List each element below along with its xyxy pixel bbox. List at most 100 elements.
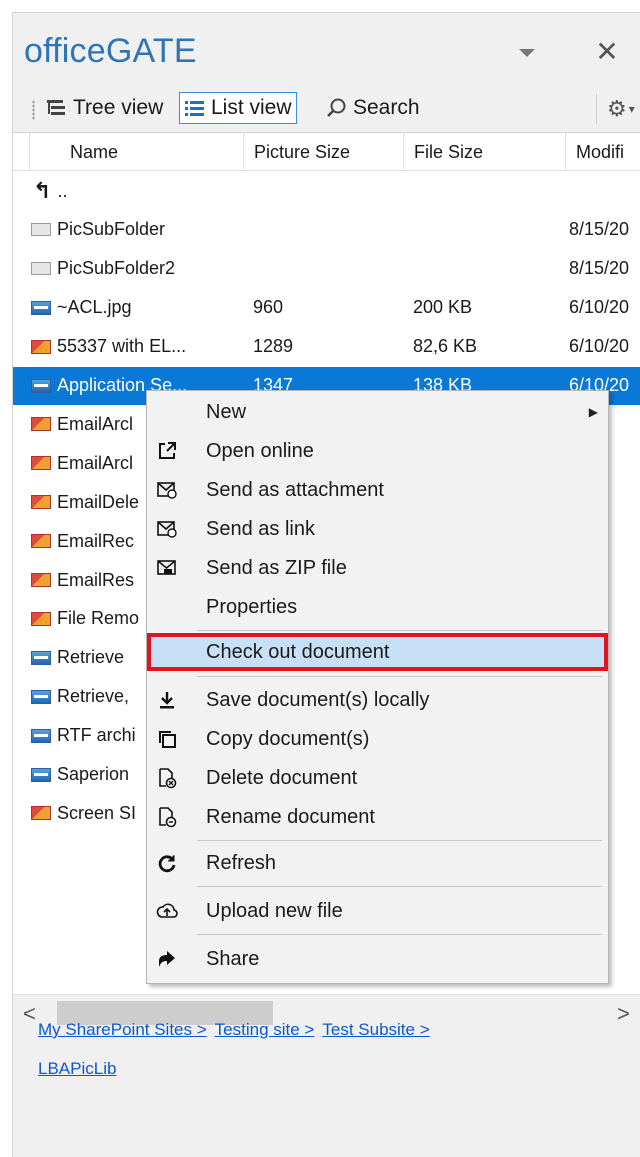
- menu-item-label: Send as link: [206, 517, 315, 540]
- image-icon: [31, 650, 51, 665]
- picture-icon: [31, 611, 51, 626]
- column-header-modified[interactable]: Modifi: [565, 133, 640, 171]
- menu-item-label: Open online: [206, 439, 314, 462]
- up-arrow-icon: ↰: [33, 178, 52, 203]
- menu-item-check-out-document[interactable]: Check out document: [147, 633, 608, 671]
- cell-picture-size: 1289: [253, 336, 294, 357]
- folder-icon: [31, 223, 51, 237]
- table-row[interactable]: ~ACL.jpg 960 200 KB 6/10/20: [13, 289, 640, 327]
- pane-options-dropdown[interactable]: [512, 38, 542, 68]
- table-row[interactable]: PicSubFolder 8/15/20: [13, 211, 640, 249]
- image-icon: [31, 728, 51, 743]
- picture-icon: [31, 456, 51, 471]
- cell-modified: 8/15/20: [569, 258, 630, 279]
- close-button[interactable]: ✕: [592, 34, 622, 68]
- breadcrumb-link-test-subsite[interactable]: Test Subsite >: [322, 1020, 429, 1039]
- table-row[interactable]: 55337 with EL... 1289 82,6 KB 6/10/20: [13, 328, 640, 366]
- scroll-left-icon[interactable]: <: [23, 1001, 36, 1027]
- menu-item-send-as-attachment[interactable]: Send as attachment: [147, 471, 608, 509]
- column-header-file-size[interactable]: File Size: [403, 133, 565, 171]
- cell-name: PicSubFolder: [31, 211, 241, 249]
- menu-item-label: Share: [206, 947, 260, 970]
- file-name: Retrieve,: [57, 686, 130, 707]
- mail-link-icon: [155, 510, 179, 548]
- menu-item-send-as-link[interactable]: Send as link: [147, 510, 608, 548]
- menu-item-copy-documents[interactable]: Copy document(s): [147, 720, 608, 758]
- breadcrumb-link-lbapiclib[interactable]: LBAPicLib: [38, 1059, 116, 1078]
- menu-item-upload-new-file[interactable]: Upload new file: [147, 892, 608, 930]
- picture-icon: [31, 573, 51, 587]
- tree-view-label: Tree view: [73, 96, 164, 119]
- menu-item-delete-document[interactable]: Delete document: [147, 759, 608, 797]
- cell-file-size: [413, 250, 563, 288]
- menu-item-label: Send as attachment: [206, 478, 384, 501]
- image-icon: [31, 300, 51, 315]
- file-name: Screen SI: [57, 802, 137, 823]
- settings-dropdown-button[interactable]: ⚙ ▾: [596, 94, 640, 124]
- menu-separator: [197, 630, 602, 631]
- cell-modified: [569, 172, 640, 210]
- scroll-right-icon[interactable]: >: [617, 1001, 630, 1027]
- cell-name: ↰..: [31, 172, 241, 210]
- cell-modified: 8/15/20: [569, 219, 630, 240]
- column-header-name[interactable]: Name: [29, 133, 243, 171]
- menu-item-open-online[interactable]: Open online: [147, 432, 608, 470]
- file-name: EmailRec: [57, 530, 135, 551]
- menu-item-properties[interactable]: Properties: [147, 588, 608, 626]
- file-name: Retrieve: [57, 647, 125, 668]
- table-row[interactable]: ↰..: [13, 172, 640, 210]
- cell-picture-size: [253, 172, 403, 210]
- tree-view-icon: [47, 100, 65, 115]
- file-name: Saperion: [57, 764, 130, 784]
- menu-item-new[interactable]: New ▶: [147, 393, 608, 431]
- column-header-picture-size[interactable]: Picture Size: [243, 133, 403, 171]
- file-name: EmailArcl: [57, 413, 134, 434]
- cell-modified: 6/10/20: [569, 297, 630, 318]
- cell-file-size: 200 KB: [413, 297, 473, 318]
- menu-separator: [197, 934, 602, 935]
- menu-item-label: New: [206, 400, 247, 423]
- menu-item-label: Send as ZIP file: [206, 556, 347, 579]
- menu-item-label: Upload new file: [206, 899, 343, 922]
- menu-item-refresh[interactable]: Refresh: [147, 844, 608, 882]
- cell-picture-size: [253, 250, 403, 288]
- tree-view-button[interactable]: Tree view: [42, 92, 167, 124]
- chevron-down-icon: [519, 49, 535, 57]
- search-button[interactable]: Search: [322, 92, 424, 124]
- image-icon: [31, 689, 51, 704]
- cell-file-size: [413, 172, 563, 210]
- folder-icon: [31, 262, 51, 276]
- menu-item-save-locally[interactable]: Save document(s) locally: [147, 681, 608, 719]
- cell-name: ~ACL.jpg: [31, 289, 241, 327]
- image-icon: [31, 767, 51, 782]
- file-name: 55337 with EL...: [57, 336, 187, 357]
- menu-item-label: Refresh: [206, 851, 277, 874]
- menu-item-label: Properties: [206, 595, 298, 618]
- file-name: EmailArcl: [57, 452, 134, 473]
- list-view-button[interactable]: List view: [179, 92, 297, 124]
- share-icon: [155, 940, 179, 978]
- file-name: File Remo: [57, 608, 140, 629]
- cell-picture-size: [253, 211, 403, 249]
- top-margin: [0, 0, 640, 12]
- app-title: officeGATE: [24, 32, 197, 70]
- picture-icon: [31, 806, 51, 821]
- menu-item-send-as-zip[interactable]: Send as ZIP file: [147, 549, 608, 587]
- picture-icon: [31, 534, 51, 549]
- menu-separator: [197, 886, 602, 887]
- menu-item-rename-document[interactable]: Rename document: [147, 798, 608, 836]
- caret-down-icon: ▾: [628, 102, 635, 116]
- table-row[interactable]: PicSubFolder2 8/15/20: [13, 250, 640, 288]
- breadcrumb-link-my-sharepoint-sites[interactable]: My SharePoint Sites >: [38, 1020, 207, 1039]
- cell-picture-size: 960: [253, 297, 284, 318]
- menu-item-share[interactable]: Share: [147, 940, 608, 978]
- file-name: PicSubFolder: [57, 219, 166, 240]
- list-view-icon: [185, 101, 204, 116]
- menu-separator: [197, 676, 602, 677]
- toolbar-grip-icon[interactable]: [32, 100, 35, 120]
- file-name: ~ACL.jpg: [57, 297, 132, 318]
- breadcrumb-link-testing-site[interactable]: Testing site >: [215, 1020, 315, 1039]
- column-header-row: Name Picture Size File Size Modifi: [13, 133, 640, 171]
- cell-name: PicSubFolder2: [31, 250, 241, 288]
- context-menu: New ▶ Open online Send as attachment Sen…: [146, 390, 609, 984]
